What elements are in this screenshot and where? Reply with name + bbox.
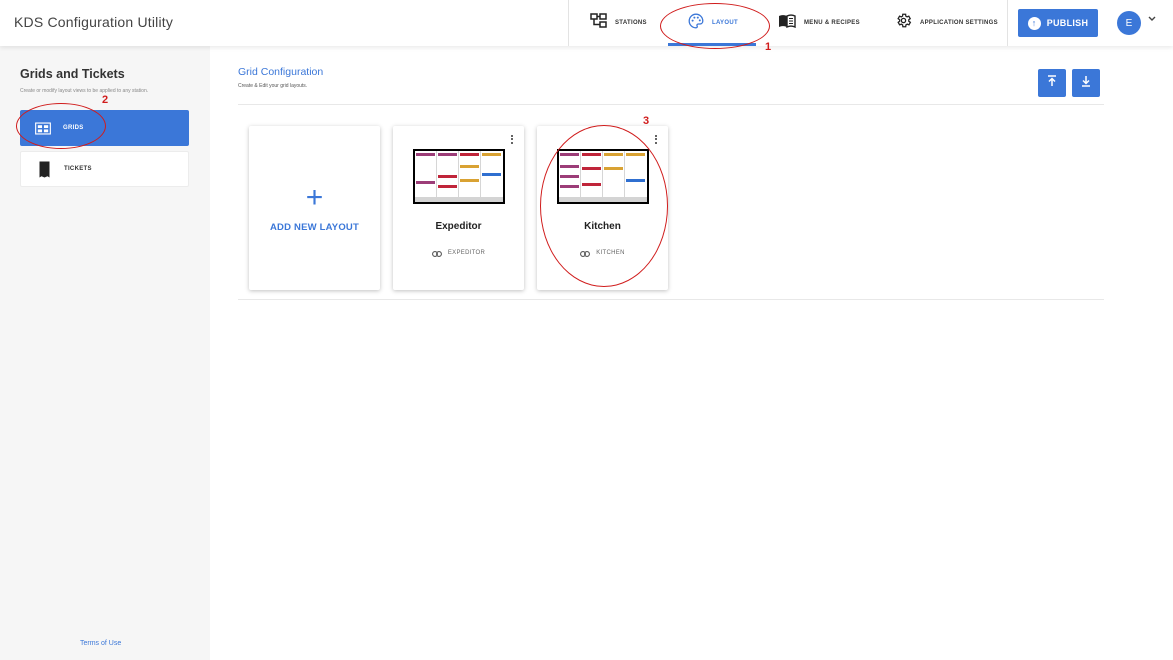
tab-layout[interactable]: LAYOUT bbox=[688, 0, 738, 46]
page-title: Grid Configuration bbox=[238, 66, 324, 78]
tab-stations[interactable]: STATIONS bbox=[590, 0, 647, 46]
sidebar: Grids and Tickets Create or modify layou… bbox=[0, 46, 210, 660]
stations-icon bbox=[590, 13, 607, 33]
annotation-number-1: 1 bbox=[765, 41, 772, 53]
publish-label: PUBLISH bbox=[1046, 18, 1089, 28]
linked-station-label: KITCHEN bbox=[596, 250, 625, 256]
layout-name: Expeditor bbox=[435, 221, 482, 232]
layout-thumbnail bbox=[557, 149, 649, 204]
tab-application-settings[interactable]: APPLICATION SETTINGS bbox=[895, 0, 998, 46]
add-new-layout-card[interactable]: + ADD NEW LAYOUT bbox=[249, 126, 380, 290]
link-icon bbox=[580, 244, 591, 262]
app-title: KDS Configuration Utility bbox=[14, 14, 174, 30]
page-subtitle: Create & Edit your grid layouts. bbox=[238, 83, 308, 89]
tab-layout-label: LAYOUT bbox=[712, 20, 738, 26]
chevron-down-icon[interactable] bbox=[1148, 14, 1156, 24]
publish-button[interactable]: ↑ PUBLISH bbox=[1018, 9, 1098, 37]
tab-stations-label: STATIONS bbox=[615, 20, 647, 26]
divider bbox=[238, 299, 1104, 300]
linked-station: KITCHEN bbox=[537, 244, 668, 262]
sidebar-item-grids-label: GRIDS bbox=[63, 125, 84, 131]
upload-icon bbox=[1047, 74, 1057, 92]
sidebar-item-tickets[interactable]: TICKETS bbox=[20, 151, 189, 187]
divider bbox=[238, 104, 1104, 105]
layout-card-expeditor[interactable]: Expeditor EXPEDITOR bbox=[393, 126, 524, 290]
sidebar-item-tickets-label: TICKETS bbox=[64, 166, 92, 172]
active-tab-indicator bbox=[668, 43, 756, 46]
grid-icon bbox=[35, 121, 51, 135]
annotation-number-2: 2 bbox=[102, 94, 109, 106]
link-icon bbox=[431, 244, 442, 262]
layout-name: Kitchen bbox=[584, 221, 621, 232]
annotation-number-3: 3 bbox=[643, 115, 650, 127]
sidebar-subtitle: Create or modify layout views to be appl… bbox=[20, 88, 149, 94]
download-button[interactable] bbox=[1072, 69, 1100, 97]
terms-of-use-link[interactable]: Terms of Use bbox=[80, 640, 121, 647]
nav-divider bbox=[568, 0, 569, 46]
tab-menu-recipes-label: MENU & RECIPES bbox=[804, 20, 860, 26]
sidebar-title: Grids and Tickets bbox=[20, 67, 125, 81]
book-icon bbox=[778, 13, 796, 33]
nav-divider bbox=[1007, 0, 1008, 46]
top-bar: KDS Configuration Utility STATIONS LAYOU… bbox=[0, 0, 1173, 46]
layout-thumbnail bbox=[413, 149, 505, 204]
plus-icon: + bbox=[305, 181, 324, 214]
layout-card-kitchen[interactable]: Kitchen KITCHEN bbox=[537, 126, 668, 290]
add-new-layout-label: ADD NEW LAYOUT bbox=[269, 222, 359, 233]
tab-application-settings-label: APPLICATION SETTINGS bbox=[920, 20, 998, 26]
more-options-icon[interactable] bbox=[510, 135, 514, 145]
linked-station: EXPEDITOR bbox=[393, 244, 524, 262]
upload-arrow-icon: ↑ bbox=[1027, 16, 1041, 30]
palette-icon bbox=[688, 13, 704, 34]
download-icon bbox=[1081, 74, 1091, 92]
sidebar-item-grids[interactable]: GRIDS bbox=[20, 110, 189, 146]
gear-icon bbox=[895, 12, 912, 34]
upload-button[interactable] bbox=[1038, 69, 1066, 97]
tab-menu-recipes[interactable]: MENU & RECIPES bbox=[778, 0, 860, 46]
ticket-icon bbox=[36, 161, 52, 178]
more-options-icon[interactable] bbox=[654, 135, 658, 145]
linked-station-label: EXPEDITOR bbox=[447, 250, 486, 256]
avatar[interactable]: E bbox=[1117, 11, 1141, 35]
